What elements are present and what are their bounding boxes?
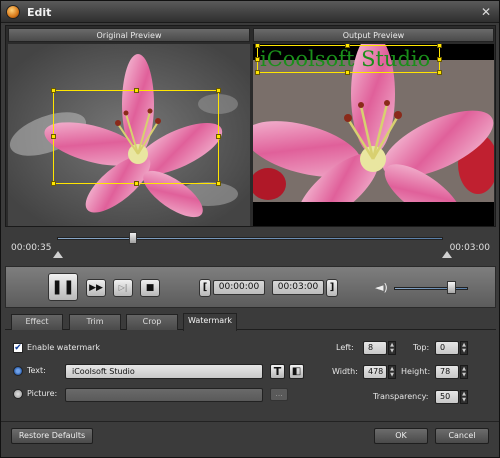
watermark-text-input[interactable]: iCoolsoft Studio [65, 364, 263, 379]
width-spinner[interactable]: ▲ ▼ [388, 365, 396, 379]
top-label: Top: [413, 343, 430, 352]
watermark-selection-box[interactable] [257, 45, 440, 73]
tab-crop[interactable]: Crop [126, 314, 178, 330]
seek-track[interactable] [57, 237, 443, 240]
selection-handle[interactable] [255, 57, 260, 62]
font-button[interactable]: T [270, 364, 285, 379]
seek-thumb[interactable] [129, 232, 137, 244]
window-title: Edit [27, 6, 52, 19]
trim-start-marker[interactable] [53, 251, 63, 258]
total-time: 00:03:00 [449, 243, 490, 253]
tab-watermark[interactable]: Watermark [183, 313, 237, 331]
tab-trim[interactable]: Trim [69, 314, 121, 330]
transparency-label: Transparency: [373, 392, 429, 401]
height-input[interactable]: 78 [435, 365, 459, 379]
edit-dialog: Edit ✕ Original Preview Output Preview i… [0, 0, 500, 458]
picture-path-input[interactable] [65, 388, 263, 402]
stop-button[interactable]: ■ [140, 279, 160, 297]
selection-handle[interactable] [134, 181, 139, 186]
volume-slider[interactable] [394, 287, 468, 290]
width-input[interactable]: 478 [363, 365, 387, 379]
volume-thumb[interactable] [447, 281, 456, 294]
close-icon[interactable]: ✕ [479, 5, 493, 19]
text-radio-label: Text: [27, 366, 46, 375]
selection-handle[interactable] [255, 44, 260, 48]
app-icon [6, 5, 20, 19]
ok-button[interactable]: OK [374, 428, 428, 444]
width-label: Width: [332, 367, 358, 376]
dialog-footer: Restore Defaults OK Cancel [1, 421, 499, 457]
selection-handle[interactable] [437, 57, 442, 62]
crop-selection-box[interactable] [53, 90, 219, 184]
selection-handle[interactable] [255, 70, 260, 75]
selection-handle[interactable] [437, 70, 442, 75]
selection-handle[interactable] [216, 88, 221, 93]
original-preview-label: Original Preview [8, 28, 250, 42]
selection-handle[interactable] [134, 88, 139, 93]
speaker-icon[interactable]: ◄) [375, 281, 388, 294]
timeline: 00:00:35 00:03:00 [5, 229, 496, 263]
transparency-input[interactable]: 50 [435, 390, 459, 404]
edit-tabs: Effect Trim Crop Watermark [5, 312, 496, 331]
text-radio[interactable] [13, 366, 23, 376]
top-input[interactable]: 0 [435, 341, 459, 355]
selection-handle[interactable] [216, 134, 221, 139]
height-spinner[interactable]: ▲ ▼ [460, 365, 468, 379]
next-frame-button[interactable]: ▷| [113, 279, 133, 297]
selection-handle[interactable] [345, 70, 350, 75]
restore-defaults-button[interactable]: Restore Defaults [11, 428, 93, 444]
enable-watermark-label: Enable watermark [27, 343, 101, 352]
cancel-button[interactable]: Cancel [435, 428, 489, 444]
selection-handle[interactable] [51, 134, 56, 139]
selection-handle[interactable] [216, 181, 221, 186]
left-input[interactable]: 8 [363, 341, 387, 355]
selection-handle[interactable] [51, 88, 56, 93]
pause-button[interactable]: ❚❚ [48, 273, 78, 301]
output-preview-label: Output Preview [253, 28, 494, 42]
picture-radio[interactable] [13, 389, 23, 399]
browse-picture-button[interactable]: ... [270, 388, 288, 401]
selection-handle[interactable] [437, 44, 442, 48]
set-end-button[interactable]: ] [326, 279, 338, 297]
selection-handle[interactable] [51, 181, 56, 186]
enable-watermark-checkbox[interactable]: ✔ [13, 343, 23, 353]
original-preview-pane [8, 44, 250, 226]
title-bar[interactable]: Edit ✕ [1, 1, 499, 23]
watermark-panel: ✔ Enable watermark Text: iCoolsoft Studi… [5, 331, 496, 421]
start-time-field[interactable]: 00:00:00 [213, 280, 265, 295]
color-button[interactable]: ◧ [289, 364, 304, 379]
left-spinner[interactable]: ▲ ▼ [388, 341, 396, 355]
top-spinner[interactable]: ▲ ▼ [460, 341, 468, 355]
preview-area: Original Preview Output Preview iCoolsof… [5, 25, 496, 227]
transparency-spinner[interactable]: ▲ ▼ [460, 390, 468, 404]
picture-radio-label: Picture: [27, 389, 58, 398]
fast-forward-button[interactable]: ▶▶ [86, 279, 106, 297]
height-label: Height: [401, 367, 431, 376]
selection-handle[interactable] [345, 44, 350, 48]
left-label: Left: [336, 343, 354, 352]
tab-effect[interactable]: Effect [11, 314, 63, 330]
playback-controls: ❚❚ ▶▶ ▷| ■ [ 00:00:00 00:03:00 ] ◄) [5, 266, 496, 308]
current-time: 00:00:35 [11, 243, 52, 253]
set-start-button[interactable]: [ [199, 279, 211, 297]
output-preview-pane: iCoolsoft Studio [253, 44, 494, 226]
end-time-field[interactable]: 00:03:00 [272, 280, 324, 295]
